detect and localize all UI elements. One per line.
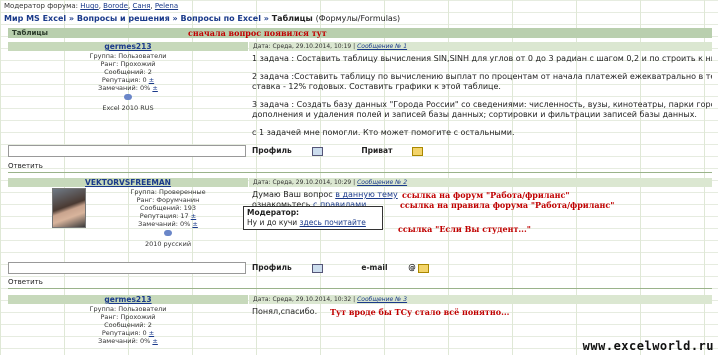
profile-icon (311, 263, 323, 273)
user-rank: Ранг: Прохожий (100, 60, 156, 68)
post-meta: Дата: Среда, 29.10.2014, 10:29 | Сообщен… (249, 178, 712, 187)
moderators-line: Модератор форума: Hugo, Borode, Саня, Pe… (4, 2, 179, 10)
user-messages: Сообщений: 2 (104, 321, 152, 329)
reputation-plus-icon[interactable]: ± (191, 212, 196, 220)
moderator-note-title: Модератор: (247, 208, 300, 217)
breadcrumb-current: Таблицы (271, 14, 313, 23)
reputation-plus-icon[interactable]: ± (149, 329, 154, 337)
post-footer-actions: Профиль e-mail @ (252, 262, 712, 274)
post-author[interactable]: germes213 (8, 42, 248, 51)
user-reputation: Репутация: 17 ± (139, 212, 197, 220)
divider (8, 288, 712, 289)
user-info: Группа: Пользователи Ранг: Прохожий Сооб… (8, 305, 248, 345)
warnings-plus-icon[interactable]: ± (152, 337, 157, 345)
user-info: Группа: Проверенные Ранг: Форумчанин Соо… (88, 188, 248, 248)
post-author[interactable]: VEKTORVSFREEMAN (8, 178, 248, 187)
post-body: 1 задача : Составить таблицу вычисления … (252, 54, 712, 146)
top-bar: Модератор форума: Hugo, Borode, Саня, Pe… (0, 0, 718, 24)
users-icon (124, 94, 132, 100)
message-link[interactable]: Сообщение № 1 (357, 43, 407, 50)
post-line: 1 задача : Составить таблицу вычисления … (252, 54, 712, 63)
post-line: Понял,спасибо. (252, 307, 318, 316)
post-1: germes213 Дата: Среда, 29.10.2014, 10:19… (8, 42, 712, 162)
section-header: Таблицы (8, 28, 712, 38)
post-line: ставка - 12% годовых. Составить графики … (252, 82, 501, 91)
topic-link[interactable]: в данную тему (335, 190, 398, 199)
user-reputation: Репутация: 0 ± (101, 329, 155, 337)
envelope-icon (412, 146, 424, 156)
breadcrumb-item-home[interactable]: Мир MS Excel (4, 14, 66, 23)
user-warnings: Замечаний: 0% ± (98, 337, 158, 345)
user-group: Группа: Пользователи (89, 305, 167, 313)
post-line: 3 задача : Создать базу данных "Города Р… (252, 100, 712, 109)
email-button[interactable]: e-mail @ (361, 263, 446, 273)
annotation-ts-note: Тут вроде бы ТСу стало всё понятно... (330, 307, 510, 317)
moderator-link-sanya[interactable]: Саня (132, 2, 150, 10)
user-icon-row (8, 94, 248, 102)
reputation-plus-icon[interactable]: ± (149, 76, 154, 84)
profile-button[interactable]: Профиль (252, 263, 341, 273)
private-button[interactable]: Приват (361, 146, 441, 156)
warnings-plus-icon[interactable]: ± (192, 220, 197, 228)
post-footer-left (8, 262, 246, 274)
annotation-forum-link: ссылка на форум "Работа/фриланс" (402, 190, 570, 200)
forum-screenshot: Модератор форума: Hugo, Borode, Саня, Pe… (0, 0, 718, 355)
warnings-plus-icon[interactable]: ± (152, 84, 157, 92)
reply-link[interactable]: Ответить (8, 162, 43, 170)
divider (8, 172, 712, 173)
breadcrumb: Мир MS Excel » Вопросы и решения » Вопро… (4, 14, 401, 23)
student-link[interactable]: здесь почитайте (300, 218, 366, 227)
post-footer-actions: Профиль Приват (252, 145, 712, 157)
post-line: дополнения и удаления полей и записей ба… (252, 110, 697, 119)
users-icon (164, 230, 172, 236)
user-warnings: Замечаний: 0% ± (138, 220, 198, 228)
moderator-note: Модератор: Ну и до кучи здесь почитайте (243, 206, 383, 230)
moderators-label: Модератор форума: (4, 2, 79, 10)
moderator-link-pelena[interactable]: Pelena (155, 2, 178, 10)
profile-icon (311, 146, 323, 156)
user-icon-row (88, 230, 248, 238)
user-reputation: Репутация: 0 ± (101, 76, 155, 84)
user-messages: Сообщений: 193 (140, 204, 196, 212)
profile-button[interactable]: Профиль (252, 146, 341, 156)
annotation-student-link: ссылка "Если Вы студент..." (398, 224, 531, 234)
post-meta: Дата: Среда, 29.10.2014, 10:19 | Сообщен… (249, 42, 712, 51)
annotation-rules-link: ссылка на правила форума "Работа/фриланс… (400, 200, 615, 210)
user-rank: Ранг: Прохожий (100, 313, 156, 321)
avatar (52, 188, 86, 228)
user-software: Excel 2010 RUS (102, 104, 154, 112)
post-footer-left (8, 145, 246, 157)
post-meta: Дата: Среда, 29.10.2014, 10:32 | Сообщен… (249, 295, 712, 304)
user-software: 2010 русский (144, 240, 192, 248)
user-warnings: Замечаний: 0% ± (98, 84, 158, 92)
user-messages: Сообщений: 2 (104, 68, 152, 76)
user-group: Группа: Проверенные (130, 188, 206, 196)
user-info: Группа: Пользователи Ранг: Прохожий Сооб… (8, 52, 248, 112)
message-link[interactable]: Сообщение № 3 (357, 296, 407, 303)
post-line: с 1 задачей мне помогли. Кто может помог… (252, 128, 515, 137)
annotation-first-question: сначала вопрос появился тут (188, 28, 327, 38)
reply-link[interactable]: Ответить (8, 278, 43, 286)
envelope-icon (417, 263, 429, 273)
message-link[interactable]: Сообщение № 2 (357, 179, 407, 186)
moderator-link-borode[interactable]: Borode (103, 2, 128, 10)
watermark: www.excelworld.ru (582, 339, 714, 353)
breadcrumb-item-excel[interactable]: Вопросы по Excel (181, 14, 261, 23)
user-rank: Ранг: Форумчанин (136, 196, 200, 204)
post-1-footer: Профиль Приват (8, 145, 712, 157)
moderator-link-hugo[interactable]: Hugo (80, 2, 98, 10)
breadcrumb-subtitle: (Формулы/Formulas) (315, 14, 401, 23)
post-author[interactable]: germes213 (8, 295, 248, 304)
post-line: 2 задача :Составить таблицу по вычислени… (252, 72, 712, 81)
breadcrumb-item-questions[interactable]: Вопросы и решения (77, 14, 170, 23)
user-group: Группа: Пользователи (89, 52, 167, 60)
post-2-footer: Профиль e-mail @ (8, 262, 712, 274)
